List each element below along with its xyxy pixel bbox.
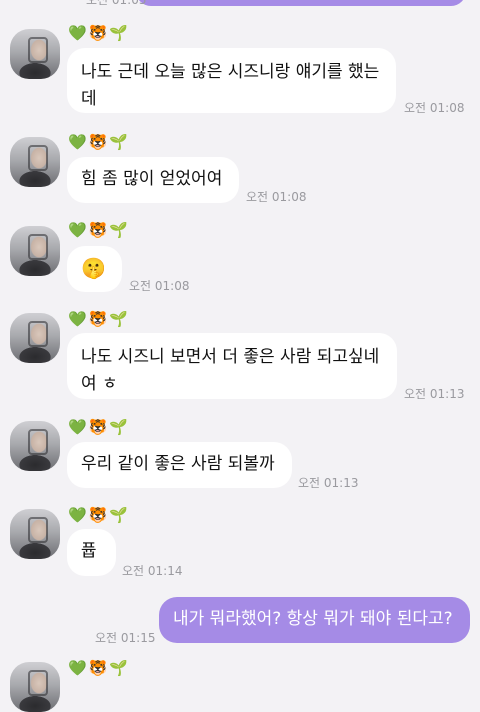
- message-time: 오전 01:08: [129, 279, 190, 293]
- message-time: 오전 01:13: [404, 387, 465, 401]
- sender-avatar[interactable]: [10, 29, 60, 79]
- sender-badges: 💚🐯🌱: [68, 506, 131, 524]
- sender-badges: 💚🐯🌱: [68, 133, 131, 151]
- sender-avatar[interactable]: [10, 421, 60, 471]
- message-bubble[interactable]: 퓹: [67, 529, 116, 576]
- message-bubble[interactable]: 우리 같이 좋은 사람 되볼까: [67, 442, 292, 488]
- message-time: 오전 01:15: [95, 631, 156, 645]
- message-bubble[interactable]: 나도 시즈니 보면서 더 좋은 사람 되고싶네여 ㅎ: [67, 333, 397, 399]
- message-time: 오전 01:08: [404, 101, 465, 115]
- sender-badges: 💚🐯🌱: [68, 221, 131, 239]
- sender-avatar[interactable]: [10, 509, 60, 559]
- sender-badges: 💚🐯🌱: [68, 310, 131, 328]
- message-bubble[interactable]: 나도 근데 오늘 많은 시즈니랑 얘기를 했는데: [67, 48, 396, 113]
- my-message-bubble[interactable]: 내가 뭐라했어? 항상 뭐가 돼야 된다고?: [159, 597, 470, 643]
- sender-avatar[interactable]: [10, 313, 60, 363]
- previous-message-time: 오전 01:05: [86, 0, 147, 7]
- message-bubble[interactable]: 🤫: [67, 246, 122, 292]
- previous-message-bubble[interactable]: [136, 0, 466, 6]
- message-time: 오전 01:14: [122, 564, 183, 578]
- message-time: 오전 01:08: [246, 190, 307, 204]
- sender-avatar[interactable]: [10, 226, 60, 276]
- message-time: 오전 01:13: [298, 476, 359, 490]
- sender-badges: 💚🐯🌱: [68, 418, 131, 436]
- sender-badges: 💚🐯🌱: [68, 659, 131, 677]
- sender-badges: 💚🐯🌱: [68, 24, 131, 42]
- sender-avatar[interactable]: [10, 137, 60, 187]
- message-bubble[interactable]: 힘 좀 많이 얻었어여: [67, 157, 239, 203]
